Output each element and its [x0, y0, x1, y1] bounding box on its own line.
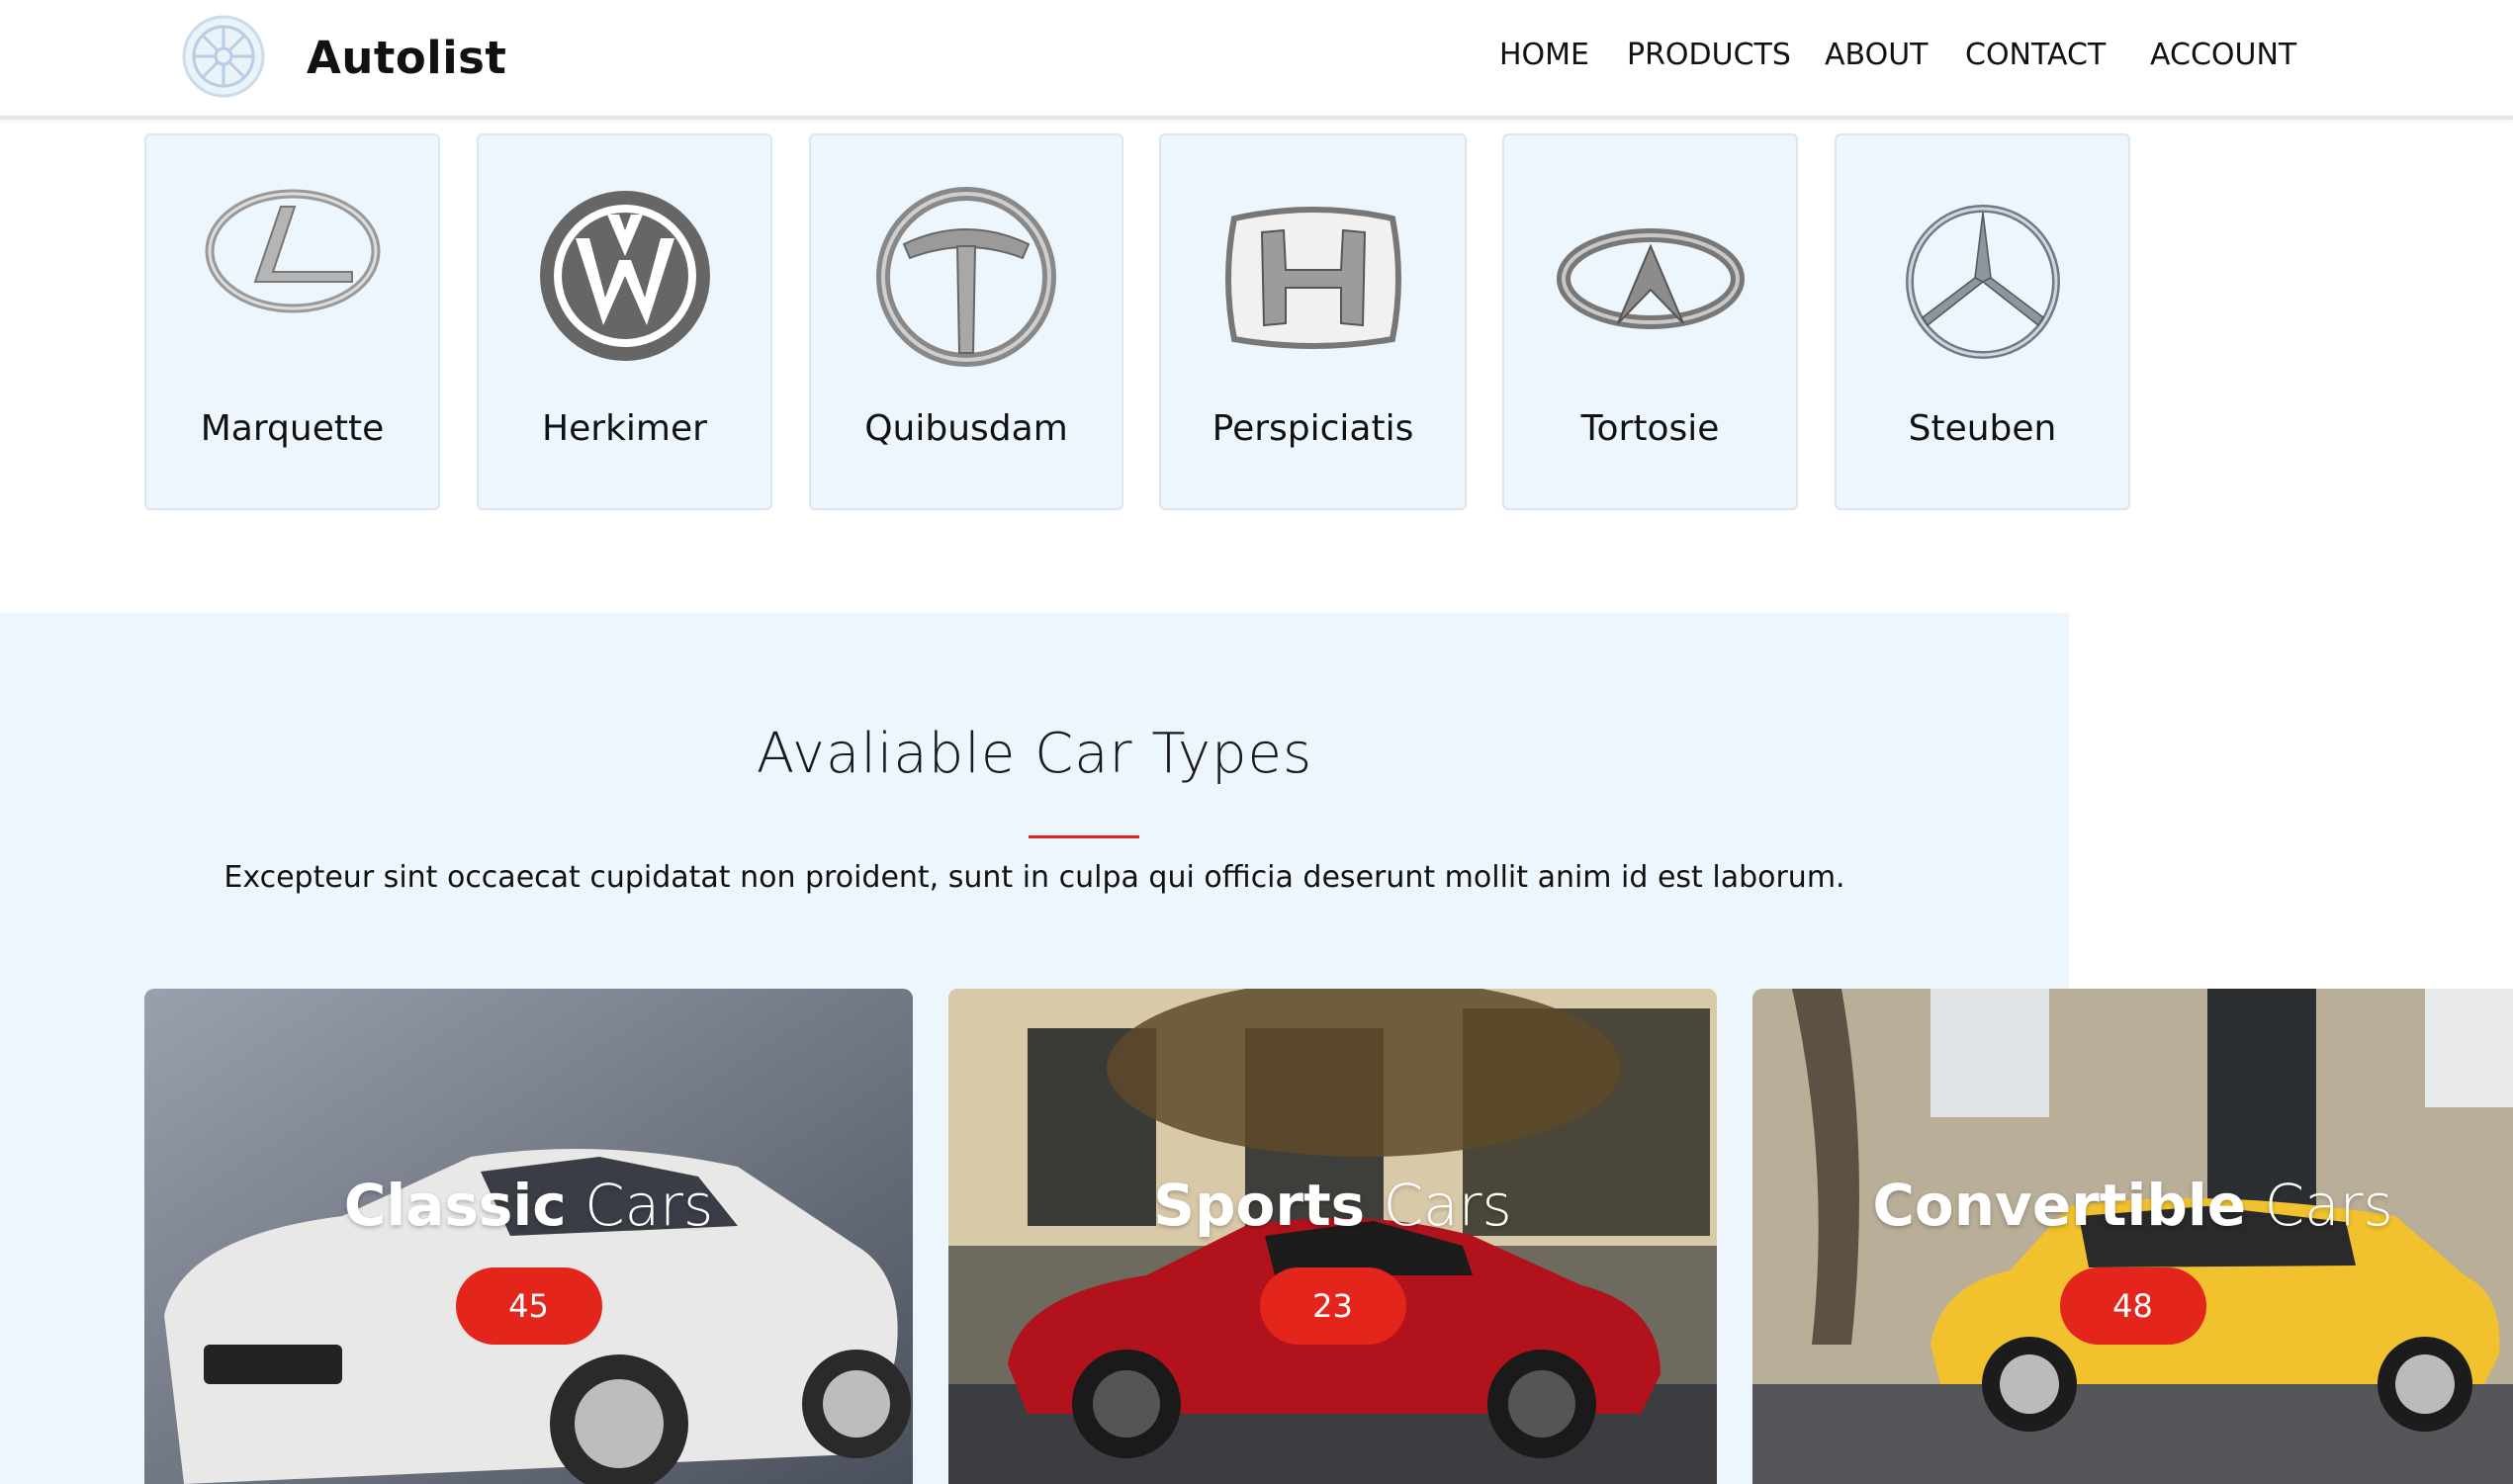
section-description: Excepteur sint occaecat cupidatat non pr…: [224, 860, 1845, 895]
car-type-card-convertible[interactable]: Convertible Cars 48: [1752, 989, 2513, 1484]
site-header: Autolist HOME PRODUCTS ABOUT CONTACT ACC…: [0, 0, 2513, 120]
car-count-badge: 48: [2059, 1267, 2206, 1345]
infiniti-logo-icon: [1556, 228, 1745, 329]
wheel-logo-icon[interactable]: [181, 14, 266, 99]
card-title: Classic Cars: [343, 1172, 714, 1239]
nav-products[interactable]: PRODUCTS: [1627, 38, 1791, 72]
car-count-badge: 23: [1259, 1267, 1406, 1345]
brand-card-tortosie[interactable]: Tortosie: [1502, 133, 1798, 510]
nav-home[interactable]: HOME: [1499, 38, 1589, 72]
mercedes-logo-icon: [1905, 205, 2060, 359]
honda-logo-icon: [1224, 207, 1401, 349]
brand-name: Perspiciatis: [1212, 408, 1414, 449]
brand-name: Tortosie: [1580, 408, 1720, 449]
card-title: Sports Cars: [1153, 1172, 1512, 1239]
volkswagen-logo-icon: [539, 191, 710, 361]
card-title: Convertible Cars: [1872, 1172, 2393, 1239]
brand-list: Marquette Herkimer Quibusdam Perspiciati…: [0, 133, 2513, 510]
brand-name: Marquette: [200, 408, 385, 449]
nav-about[interactable]: ABOUT: [1825, 38, 1928, 72]
brand-card-steuben[interactable]: Steuben: [1835, 133, 2130, 510]
title-underline: [1029, 835, 1139, 838]
nav-contact[interactable]: CONTACT: [1965, 38, 2106, 72]
section-title: Avaliable Car Types: [756, 722, 1313, 786]
lexus-logo-icon: [205, 189, 380, 313]
car-type-card-sports[interactable]: Sports Cars 23: [948, 989, 1717, 1484]
brand-card-perspiciatis[interactable]: Perspiciatis: [1159, 133, 1467, 510]
brand-card-marquette[interactable]: Marquette: [144, 133, 440, 510]
car-count-badge: 45: [455, 1267, 602, 1345]
nav-account[interactable]: ACCOUNT: [2150, 38, 2296, 72]
brand-card-herkimer[interactable]: Herkimer: [477, 133, 772, 510]
brand-name: Herkimer: [542, 408, 707, 449]
site-brand[interactable]: Autolist: [307, 32, 506, 84]
brand-card-quibusdam[interactable]: Quibusdam: [809, 133, 1123, 510]
brand-name: Steuben: [1908, 408, 2057, 449]
brand-name: Quibusdam: [864, 408, 1068, 449]
car-type-card-classic[interactable]: Classic Cars 45: [144, 989, 913, 1484]
tata-logo-icon: [876, 187, 1056, 367]
